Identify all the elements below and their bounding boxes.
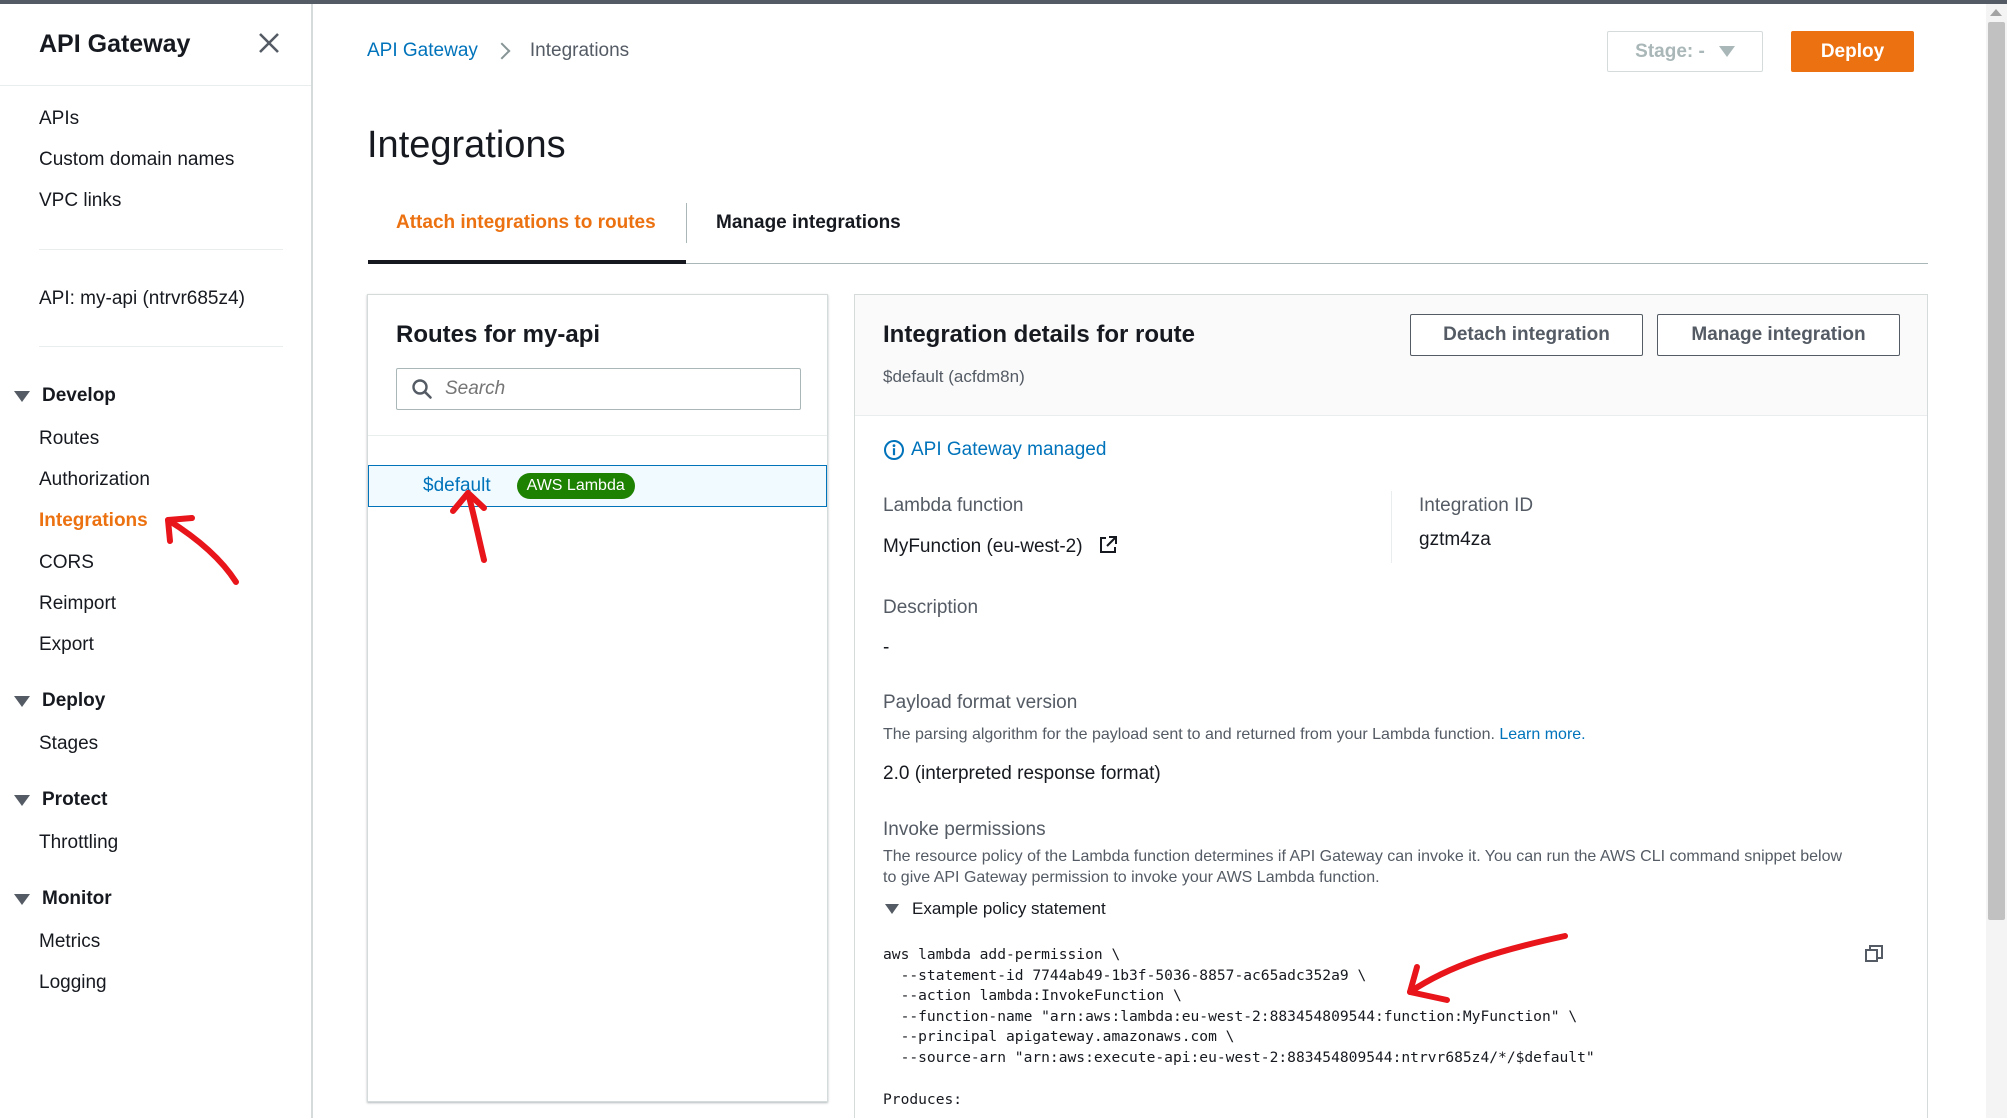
- invoke-permissions-label: Invoke permissions: [883, 819, 1046, 840]
- route-row[interactable]: $default AWS Lambda: [368, 465, 827, 507]
- tab-active-indicator: [368, 260, 686, 264]
- sidebar-item-custom-domain-names[interactable]: Custom domain names: [39, 149, 234, 171]
- sidebar-item-vpc-links[interactable]: VPC links: [39, 190, 121, 212]
- integration-id-label: Integration ID: [1419, 495, 1534, 516]
- breadcrumb-current: Integrations: [529, 40, 630, 61]
- payload-format-value: 2.0 (interpreted response format): [883, 763, 1161, 784]
- stage-select[interactable]: Stage: -: [1607, 31, 1763, 72]
- page-title: Integrations: [367, 124, 566, 166]
- page: API Gateway APIs Custom domain names VPC…: [0, 0, 2007, 1118]
- sidebar-item-api[interactable]: API: my-api (ntrvr685z4): [39, 288, 245, 310]
- sidebar-item-logging[interactable]: Logging: [39, 972, 107, 994]
- lambda-function-name: MyFunction (eu-west-2): [883, 536, 1083, 557]
- sidebar-title: API Gateway: [39, 30, 191, 58]
- copy-icon[interactable]: [1863, 943, 1885, 965]
- description-value: -: [883, 637, 890, 658]
- route-path[interactable]: $default: [423, 475, 491, 497]
- sidebar-item-throttling[interactable]: Throttling: [39, 832, 118, 854]
- cli-code-snippet: aws lambda add-permission \ --statement-…: [883, 945, 1595, 1069]
- details-subtitle: $default (acfdm8n): [883, 367, 1025, 386]
- external-link-icon[interactable]: [1098, 535, 1118, 555]
- scroll-up-arrow-icon[interactable]: [1990, 9, 2002, 16]
- routes-title: Routes for my-api: [396, 321, 601, 348]
- sidebar-section-deploy[interactable]: Deploy: [14, 690, 105, 712]
- payload-help-text: The parsing algorithm for the payload se…: [883, 726, 1495, 743]
- example-policy-label: Example policy statement: [912, 899, 1106, 918]
- divider: [368, 435, 827, 436]
- deploy-button[interactable]: Deploy: [1791, 31, 1914, 72]
- manage-integration-button[interactable]: Manage integration: [1657, 314, 1900, 356]
- description-label: Description: [883, 597, 979, 618]
- payload-format-help: The parsing algorithm for the payload se…: [883, 726, 1586, 744]
- sidebar-item-reimport[interactable]: Reimport: [39, 593, 116, 615]
- api-gateway-managed-info[interactable]: API Gateway managed: [883, 439, 1106, 461]
- sidebar-divider: [39, 249, 283, 250]
- stage-select-label: Stage: -: [1635, 40, 1705, 62]
- tab-attach-integrations[interactable]: Attach integrations to routes: [396, 212, 656, 234]
- breadcrumb: API Gateway Integrations: [367, 40, 629, 62]
- info-icon: [884, 440, 904, 460]
- search-box: [396, 368, 801, 410]
- code-line: --action lambda:InvokeFunction \: [883, 987, 1182, 1005]
- sidebar-item-stages[interactable]: Stages: [39, 733, 98, 755]
- payload-format-label: Payload format version: [883, 692, 1078, 713]
- detach-integration-button[interactable]: Detach integration: [1410, 314, 1643, 356]
- tab-manage-integrations[interactable]: Manage integrations: [716, 212, 901, 234]
- code-line: --source-arn "arn:aws:execute-api:eu-wes…: [883, 1048, 1595, 1066]
- code-line: --principal apigateway.amazonaws.com \: [883, 1028, 1235, 1046]
- invoke-help-line-1: The resource policy of the Lambda functi…: [883, 848, 1843, 865]
- close-icon[interactable]: [256, 30, 282, 56]
- sidebar-item-routes[interactable]: Routes: [39, 428, 99, 450]
- sidebar: API Gateway APIs Custom domain names VPC…: [0, 4, 313, 1118]
- caret-down-icon: [1718, 46, 1735, 57]
- sidebar-section-protect[interactable]: Protect: [14, 789, 107, 811]
- sidebar-divider: [39, 346, 283, 347]
- search-input[interactable]: [445, 378, 785, 400]
- caret-down-icon: [14, 893, 30, 905]
- details-header: Integration details for route $default (…: [855, 295, 1927, 416]
- sidebar-item-integrations[interactable]: Integrations: [39, 510, 148, 532]
- code-line: aws lambda add-permission \: [883, 946, 1121, 963]
- tab-separator: [686, 203, 687, 243]
- scrollbar-thumb[interactable]: [1988, 22, 2005, 920]
- sidebar-section-label: Monitor: [42, 888, 112, 909]
- caret-down-icon: [14, 794, 30, 806]
- breadcrumb-link-api-gateway[interactable]: API Gateway: [367, 40, 478, 62]
- integration-id-value: gztm4za: [1419, 529, 1491, 550]
- column-divider: [1391, 491, 1392, 563]
- sidebar-item-authorization[interactable]: Authorization: [39, 469, 150, 491]
- search-icon: [412, 379, 432, 399]
- produces-label: Produces:: [883, 1091, 963, 1108]
- caret-down-icon: [14, 695, 30, 707]
- sidebar-header: API Gateway: [0, 4, 311, 86]
- sidebar-section-label: Develop: [42, 385, 116, 406]
- lambda-function-label: Lambda function: [883, 495, 1024, 516]
- sidebar-item-export[interactable]: Export: [39, 634, 94, 656]
- learn-more-link[interactable]: Learn more.: [1499, 726, 1585, 743]
- code-line: --function-name "arn:aws:lambda:eu-west-…: [883, 1007, 1578, 1025]
- api-gateway-managed-label: API Gateway managed: [911, 439, 1107, 460]
- chevron-right-icon: [493, 42, 511, 60]
- details-title: Integration details for route: [883, 321, 1196, 348]
- sidebar-section-develop[interactable]: Develop: [14, 385, 116, 407]
- lambda-function-value: MyFunction (eu-west-2): [883, 535, 1118, 558]
- details-panel: Integration details for route $default (…: [854, 294, 1928, 1118]
- code-line: --statement-id 7744ab49-1b3f-5036-8857-a…: [883, 966, 1367, 984]
- invoke-help-line-2: to give API Gateway permission to invoke…: [883, 869, 1380, 886]
- caret-down-icon: [885, 904, 899, 914]
- sidebar-item-apis[interactable]: APIs: [39, 108, 79, 130]
- integration-badge: AWS Lambda: [516, 473, 635, 499]
- sidebar-section-label: Protect: [42, 789, 108, 810]
- sidebar-section-monitor[interactable]: Monitor: [14, 888, 112, 910]
- sidebar-section-label: Deploy: [42, 690, 106, 711]
- example-policy-expander[interactable]: Example policy statement: [883, 899, 1106, 919]
- sidebar-item-cors[interactable]: CORS: [39, 552, 94, 574]
- sidebar-item-metrics[interactable]: Metrics: [39, 931, 100, 953]
- caret-down-icon: [14, 390, 30, 402]
- routes-panel: Routes for my-api $default AWS Lambda: [367, 294, 828, 1102]
